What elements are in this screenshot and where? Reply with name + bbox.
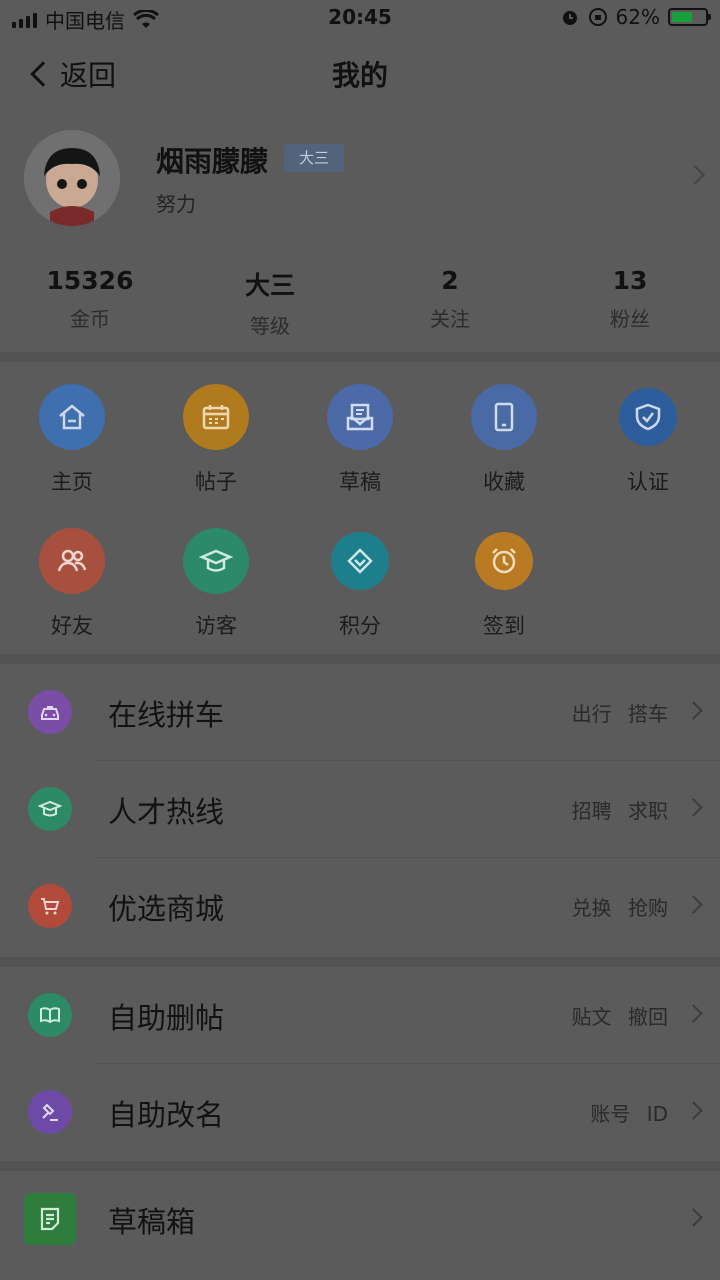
battery-percent: 62%	[615, 5, 660, 29]
grid-item-label: 好友	[51, 614, 93, 638]
avatar[interactable]	[24, 130, 120, 226]
diamond-icon	[331, 532, 389, 590]
phone-icon	[471, 384, 537, 450]
section-divider	[0, 654, 720, 664]
list-item-tags: 出行 搭车	[571, 702, 668, 726]
list-item-mall[interactable]: 优选商城 兑换 抢购	[0, 858, 720, 955]
chevron-right-icon	[684, 1004, 703, 1023]
avatar-image	[24, 130, 120, 226]
stats-row: 15326 金币 大三等级 2 关注 13 粉丝	[0, 266, 720, 339]
book-icon	[28, 993, 72, 1037]
status-bar: 中国电信 20:45 62%	[0, 0, 720, 36]
user-motto: 努力	[156, 192, 196, 216]
list-item-talent-hotline[interactable]: 人才热线 招聘 求职	[0, 761, 720, 858]
user-name: 烟雨朦朦	[156, 145, 269, 178]
chevron-right-icon	[684, 798, 703, 817]
grid-item-label: 帖子	[195, 470, 237, 494]
alarm-icon	[562, 11, 577, 25]
graduation-cap-icon	[183, 528, 249, 594]
stat-label: 关注	[430, 307, 470, 331]
friends-icon	[39, 528, 105, 594]
stat-level[interactable]: 大三 等级	[180, 266, 360, 339]
draftbox-list: 草稿箱	[0, 1171, 720, 1268]
grid-item-label: 草稿	[339, 470, 381, 494]
list-item-title: 自助删帖	[108, 1001, 225, 1035]
stat-label: 粉丝	[610, 307, 650, 331]
status-right: 62%	[560, 5, 711, 29]
grid-item-label: 签到	[483, 614, 525, 638]
stat-value: 大三	[244, 271, 295, 300]
grid-item-label: 访客	[195, 614, 237, 638]
battery-icon	[668, 8, 711, 26]
stat-value: 15326	[46, 266, 134, 295]
grid-item-posts[interactable]: 帖子	[144, 384, 288, 496]
page-title: 我的	[331, 59, 388, 92]
grid-item-verify[interactable]: 认证	[576, 384, 720, 496]
alarm-clock-icon	[475, 532, 533, 590]
grid-item-label: 主页	[51, 470, 93, 494]
chevron-right-icon[interactable]	[685, 165, 705, 185]
stat-value: 2	[441, 266, 459, 295]
shield-icon	[619, 388, 677, 446]
grid-item-label: 收藏	[483, 470, 525, 494]
graduation-cap-icon	[28, 787, 72, 831]
list-item-tags: 贴文 撤回	[571, 1005, 668, 1029]
grid-item-checkin[interactable]: 签到	[432, 528, 576, 640]
chevron-right-icon	[684, 701, 703, 720]
stat-label: 等级	[250, 314, 290, 338]
grid-item-drafts[interactable]: 草稿	[288, 384, 432, 496]
stat-coins[interactable]: 15326 金币	[0, 266, 180, 339]
list-item-draftbox[interactable]: 草稿箱	[0, 1171, 720, 1268]
list-item-title: 在线拼车	[108, 698, 225, 732]
battery-fill	[672, 12, 692, 22]
section-divider	[0, 957, 720, 967]
list-item-title: 人才热线	[108, 795, 225, 829]
list-item-tags: 账号 ID	[590, 1102, 668, 1126]
grid-item-label: 积分	[339, 614, 381, 638]
list-item-title: 优选商城	[108, 892, 225, 926]
list-item-delete-post[interactable]: 自助删帖 贴文 撤回	[0, 967, 720, 1064]
services-list: 在线拼车 出行 搭车 人才热线 招聘 求职 优选商城 兑换 抢购	[0, 664, 720, 955]
grid-item-label: 认证	[627, 470, 669, 494]
calendar-icon	[183, 384, 249, 450]
list-item-tags: 招聘 求职	[571, 799, 668, 823]
list-item-tags: 兑换 抢购	[571, 896, 668, 920]
stat-value: 13	[612, 266, 648, 295]
hammer-icon	[28, 1090, 72, 1134]
section-divider	[0, 1161, 720, 1171]
level-badge: 大三	[284, 144, 344, 172]
car-icon	[28, 690, 72, 734]
cart-icon	[28, 884, 72, 928]
note-icon	[24, 1193, 76, 1245]
self-service-list: 自助删帖 贴文 撤回 自助改名 账号 ID	[0, 967, 720, 1161]
list-item-title: 草稿箱	[108, 1205, 196, 1239]
nav-bar: 返回 我的	[0, 40, 720, 106]
chevron-right-icon	[684, 1208, 703, 1227]
profile-section: 烟雨朦朦 大三 努力 15326 金币 大三等级 2 关注 13 粉丝	[0, 116, 720, 356]
section-divider	[0, 352, 720, 362]
grid-item-friends[interactable]: 好友	[0, 528, 144, 640]
stat-following[interactable]: 2 关注	[360, 266, 540, 339]
stat-label: 金币	[70, 307, 110, 331]
list-item-title: 自助改名	[108, 1098, 225, 1132]
grid-item-points[interactable]: 积分	[288, 528, 432, 640]
chevron-right-icon	[684, 1101, 703, 1120]
grid-item-home[interactable]: 主页	[0, 384, 144, 496]
draft-icon	[327, 384, 393, 450]
grid-item-favorites[interactable]: 收藏	[432, 384, 576, 496]
chevron-right-icon	[684, 895, 703, 914]
home-icon	[39, 384, 105, 450]
list-item-carpool[interactable]: 在线拼车 出行 搭车	[0, 664, 720, 761]
orientation-lock-icon	[588, 8, 607, 26]
list-item-rename[interactable]: 自助改名 账号 ID	[0, 1064, 720, 1161]
grid-item-visitors[interactable]: 访客	[144, 528, 288, 640]
stat-fans[interactable]: 13 粉丝	[540, 266, 720, 339]
